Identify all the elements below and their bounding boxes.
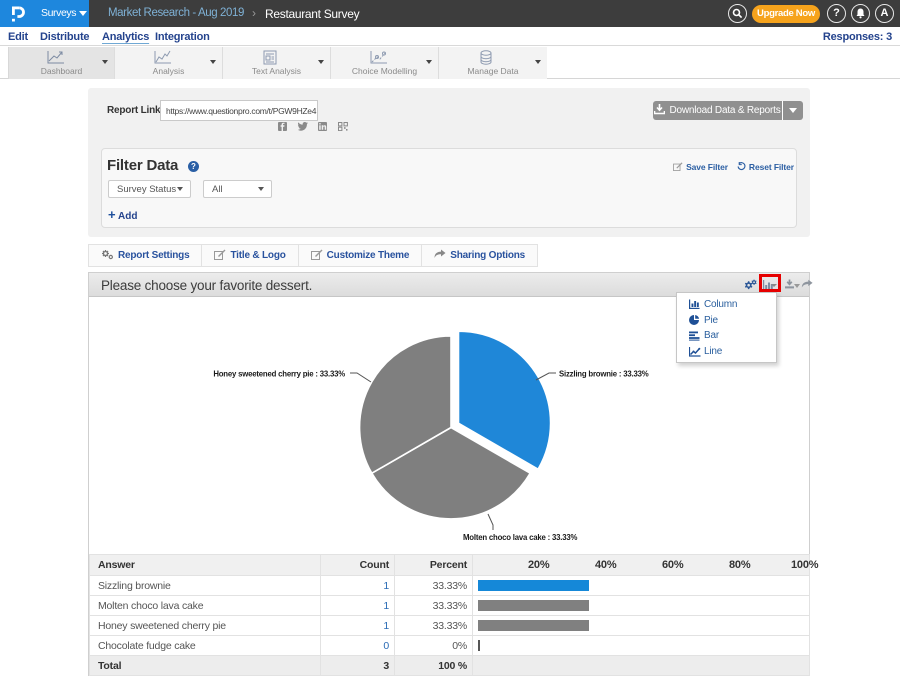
svg-text:Honey sweetened cherry pie : 3: Honey sweetened cherry pie : 33.33%: [213, 370, 345, 379]
svg-text:Sizzling brownie : 33.33%: Sizzling brownie : 33.33%: [559, 370, 649, 379]
svg-text:Molten choco lava cake : 33.33: Molten choco lava cake : 33.33%: [463, 533, 578, 542]
